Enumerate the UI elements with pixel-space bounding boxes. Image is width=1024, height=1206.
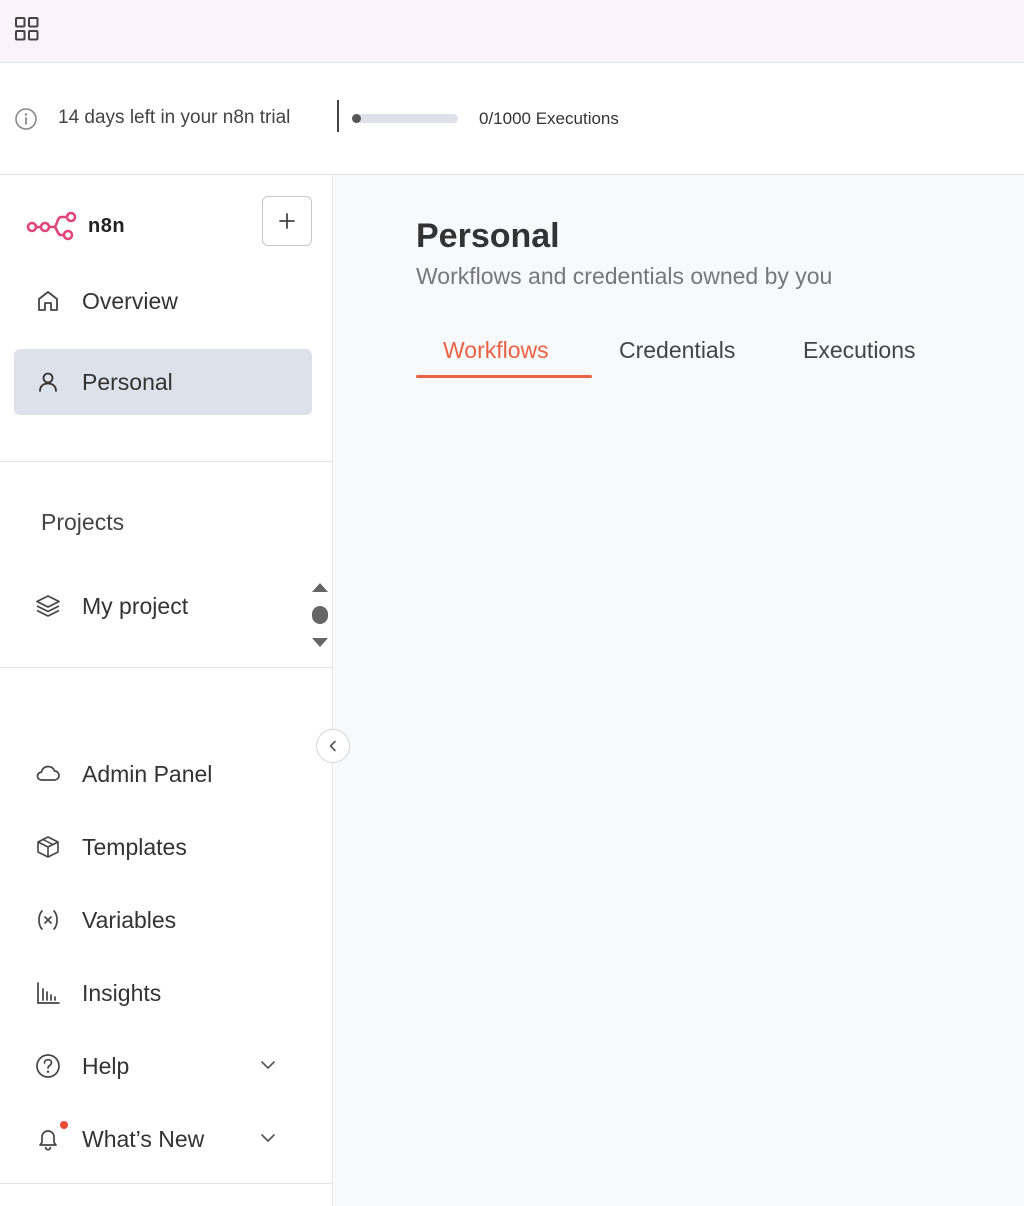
sidebar-item-label: My project — [82, 592, 189, 619]
sidebar-item-label: Personal — [82, 368, 173, 395]
sidebar-item-templates[interactable]: Templates — [14, 814, 312, 880]
sidebar-divider — [0, 1183, 332, 1184]
sidebar-item-label: Insights — [82, 979, 162, 1006]
tab-credentials[interactable]: Credentials — [619, 337, 735, 364]
sidebar-item-label: Admin Panel — [82, 760, 213, 787]
executions-count: 0/1000 Executions — [479, 109, 619, 128]
variable-icon — [33, 905, 63, 935]
sidebar-divider — [0, 461, 332, 462]
info-icon — [14, 107, 38, 131]
sidebar-item-label: Overview — [82, 287, 178, 314]
sidebar-item-my-project[interactable]: My project — [14, 573, 312, 639]
top-bar — [0, 0, 1024, 63]
notification-dot — [60, 1121, 68, 1129]
sidebar-item-overview[interactable]: Overview — [14, 268, 312, 334]
cloud-icon — [33, 759, 63, 789]
n8n-logo-icon — [26, 211, 77, 241]
main-content: Personal Workflows and credentials owned… — [334, 175, 1024, 1206]
collapse-sidebar-button[interactable] — [316, 729, 350, 763]
sidebar-item-label: What’s New — [82, 1125, 205, 1152]
home-icon — [33, 286, 63, 316]
sidebar-item-admin-panel[interactable]: Admin Panel — [14, 741, 312, 807]
page-title: Personal — [416, 217, 560, 255]
sidebar: n8n Overview Personal Projects My projec… — [0, 175, 333, 1206]
add-button[interactable] — [262, 196, 312, 246]
layers-icon — [33, 591, 63, 621]
projects-scrollbar[interactable] — [309, 580, 331, 650]
sidebar-item-insights[interactable]: Insights — [14, 960, 312, 1026]
logo-text: n8n — [88, 214, 126, 237]
scroll-thumb — [312, 606, 328, 624]
sidebar-item-help[interactable]: Help — [14, 1033, 312, 1099]
sidebar-item-label: Help — [82, 1052, 130, 1079]
projects-heading: Projects — [41, 509, 125, 535]
chevron-down-icon — [261, 1061, 275, 1069]
executions-progress-bar — [352, 114, 458, 123]
n8n-logo[interactable]: n8n — [26, 211, 125, 241]
trial-days-left-text: 14 days left in your n8n trial — [58, 107, 291, 128]
executions-progress-fill — [352, 114, 361, 123]
trial-separator — [337, 100, 339, 132]
scroll-up-icon — [312, 583, 328, 592]
sidebar-item-variables[interactable]: Variables — [14, 887, 312, 953]
user-icon — [33, 367, 63, 397]
chevron-down-icon — [261, 1134, 275, 1142]
tab-executions[interactable]: Executions — [803, 337, 916, 364]
bar-chart-icon — [33, 978, 63, 1008]
tab-workflows[interactable]: Workflows — [443, 337, 549, 364]
scroll-down-icon — [312, 638, 328, 647]
grid-icon[interactable] — [14, 16, 40, 42]
help-circle-icon — [33, 1051, 63, 1081]
sidebar-item-label: Templates — [82, 833, 187, 860]
sidebar-item-personal[interactable]: Personal — [14, 349, 312, 415]
trial-banner: 14 days left in your n8n trial 0/1000 Ex… — [0, 63, 1024, 175]
box-icon — [33, 832, 63, 862]
chevron-left-icon — [329, 740, 336, 752]
sidebar-divider — [0, 667, 332, 668]
sidebar-item-label: Variables — [82, 906, 177, 933]
active-tab-indicator — [416, 375, 592, 378]
bell-icon — [33, 1124, 63, 1154]
sidebar-item-whats-new[interactable]: What’s New — [14, 1106, 312, 1172]
plus-icon — [279, 213, 295, 229]
page-subtitle: Workflows and credentials owned by you — [416, 263, 833, 289]
